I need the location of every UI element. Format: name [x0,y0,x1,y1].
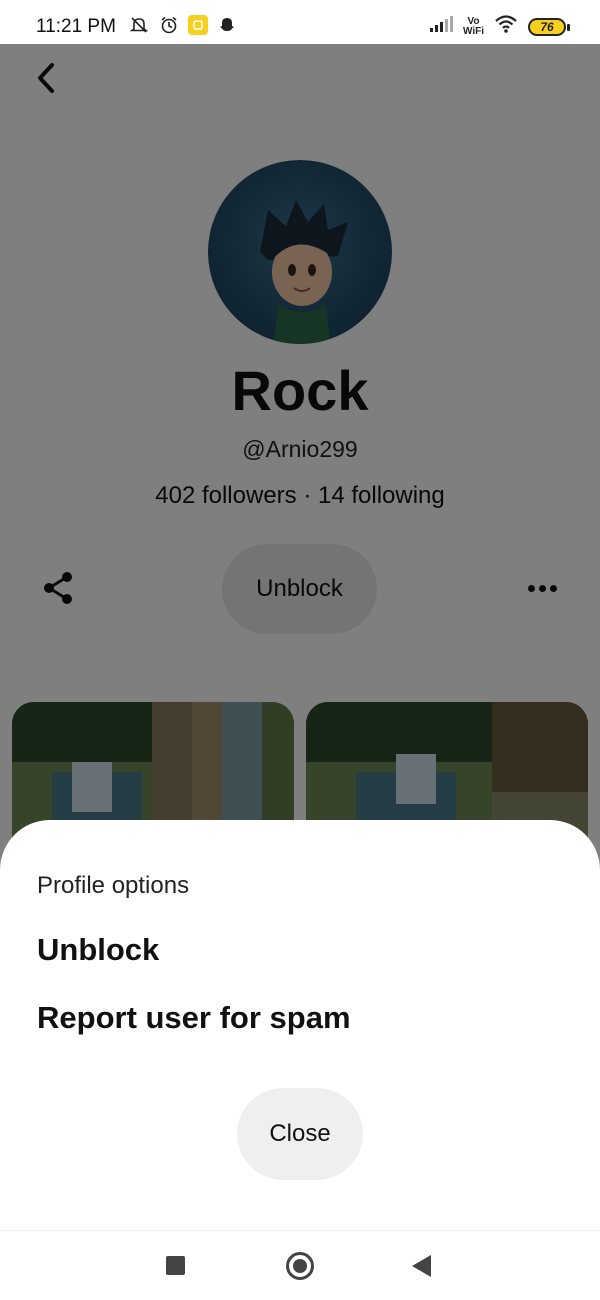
vowifi-bottom-text: WiFi [462,25,484,37]
close-button[interactable]: Close [237,1088,363,1180]
vowifi-indicator: Vo WiFi [462,16,484,37]
status-bar: 11:21 PM Vo WiFi 76 [0,0,600,44]
alarm-icon [158,14,180,36]
home-icon[interactable] [286,1252,314,1280]
sheet-item-report-spam[interactable]: Report user for spam [37,1000,351,1036]
recents-icon[interactable] [166,1256,185,1275]
wifi-icon [494,14,518,39]
snapchat-icon [188,15,208,35]
status-system-icons: Vo WiFi 76 [429,14,570,39]
status-notification-icons [128,14,238,36]
battery-level: 76 [540,19,554,34]
profile-options-sheet: Profile options Unblock Report user for … [0,820,600,1230]
snapchat-ghost-icon [216,14,238,36]
system-nav-bar [0,1230,600,1300]
bell-off-icon [128,14,150,36]
sheet-title: Profile options [37,872,190,899]
sheet-item-unblock[interactable]: Unblock [37,932,159,968]
back-triangle-icon[interactable] [412,1255,431,1277]
battery-icon: 76 [528,17,570,36]
status-time: 11:21 PM [36,16,116,37]
signal-icon [429,15,453,38]
